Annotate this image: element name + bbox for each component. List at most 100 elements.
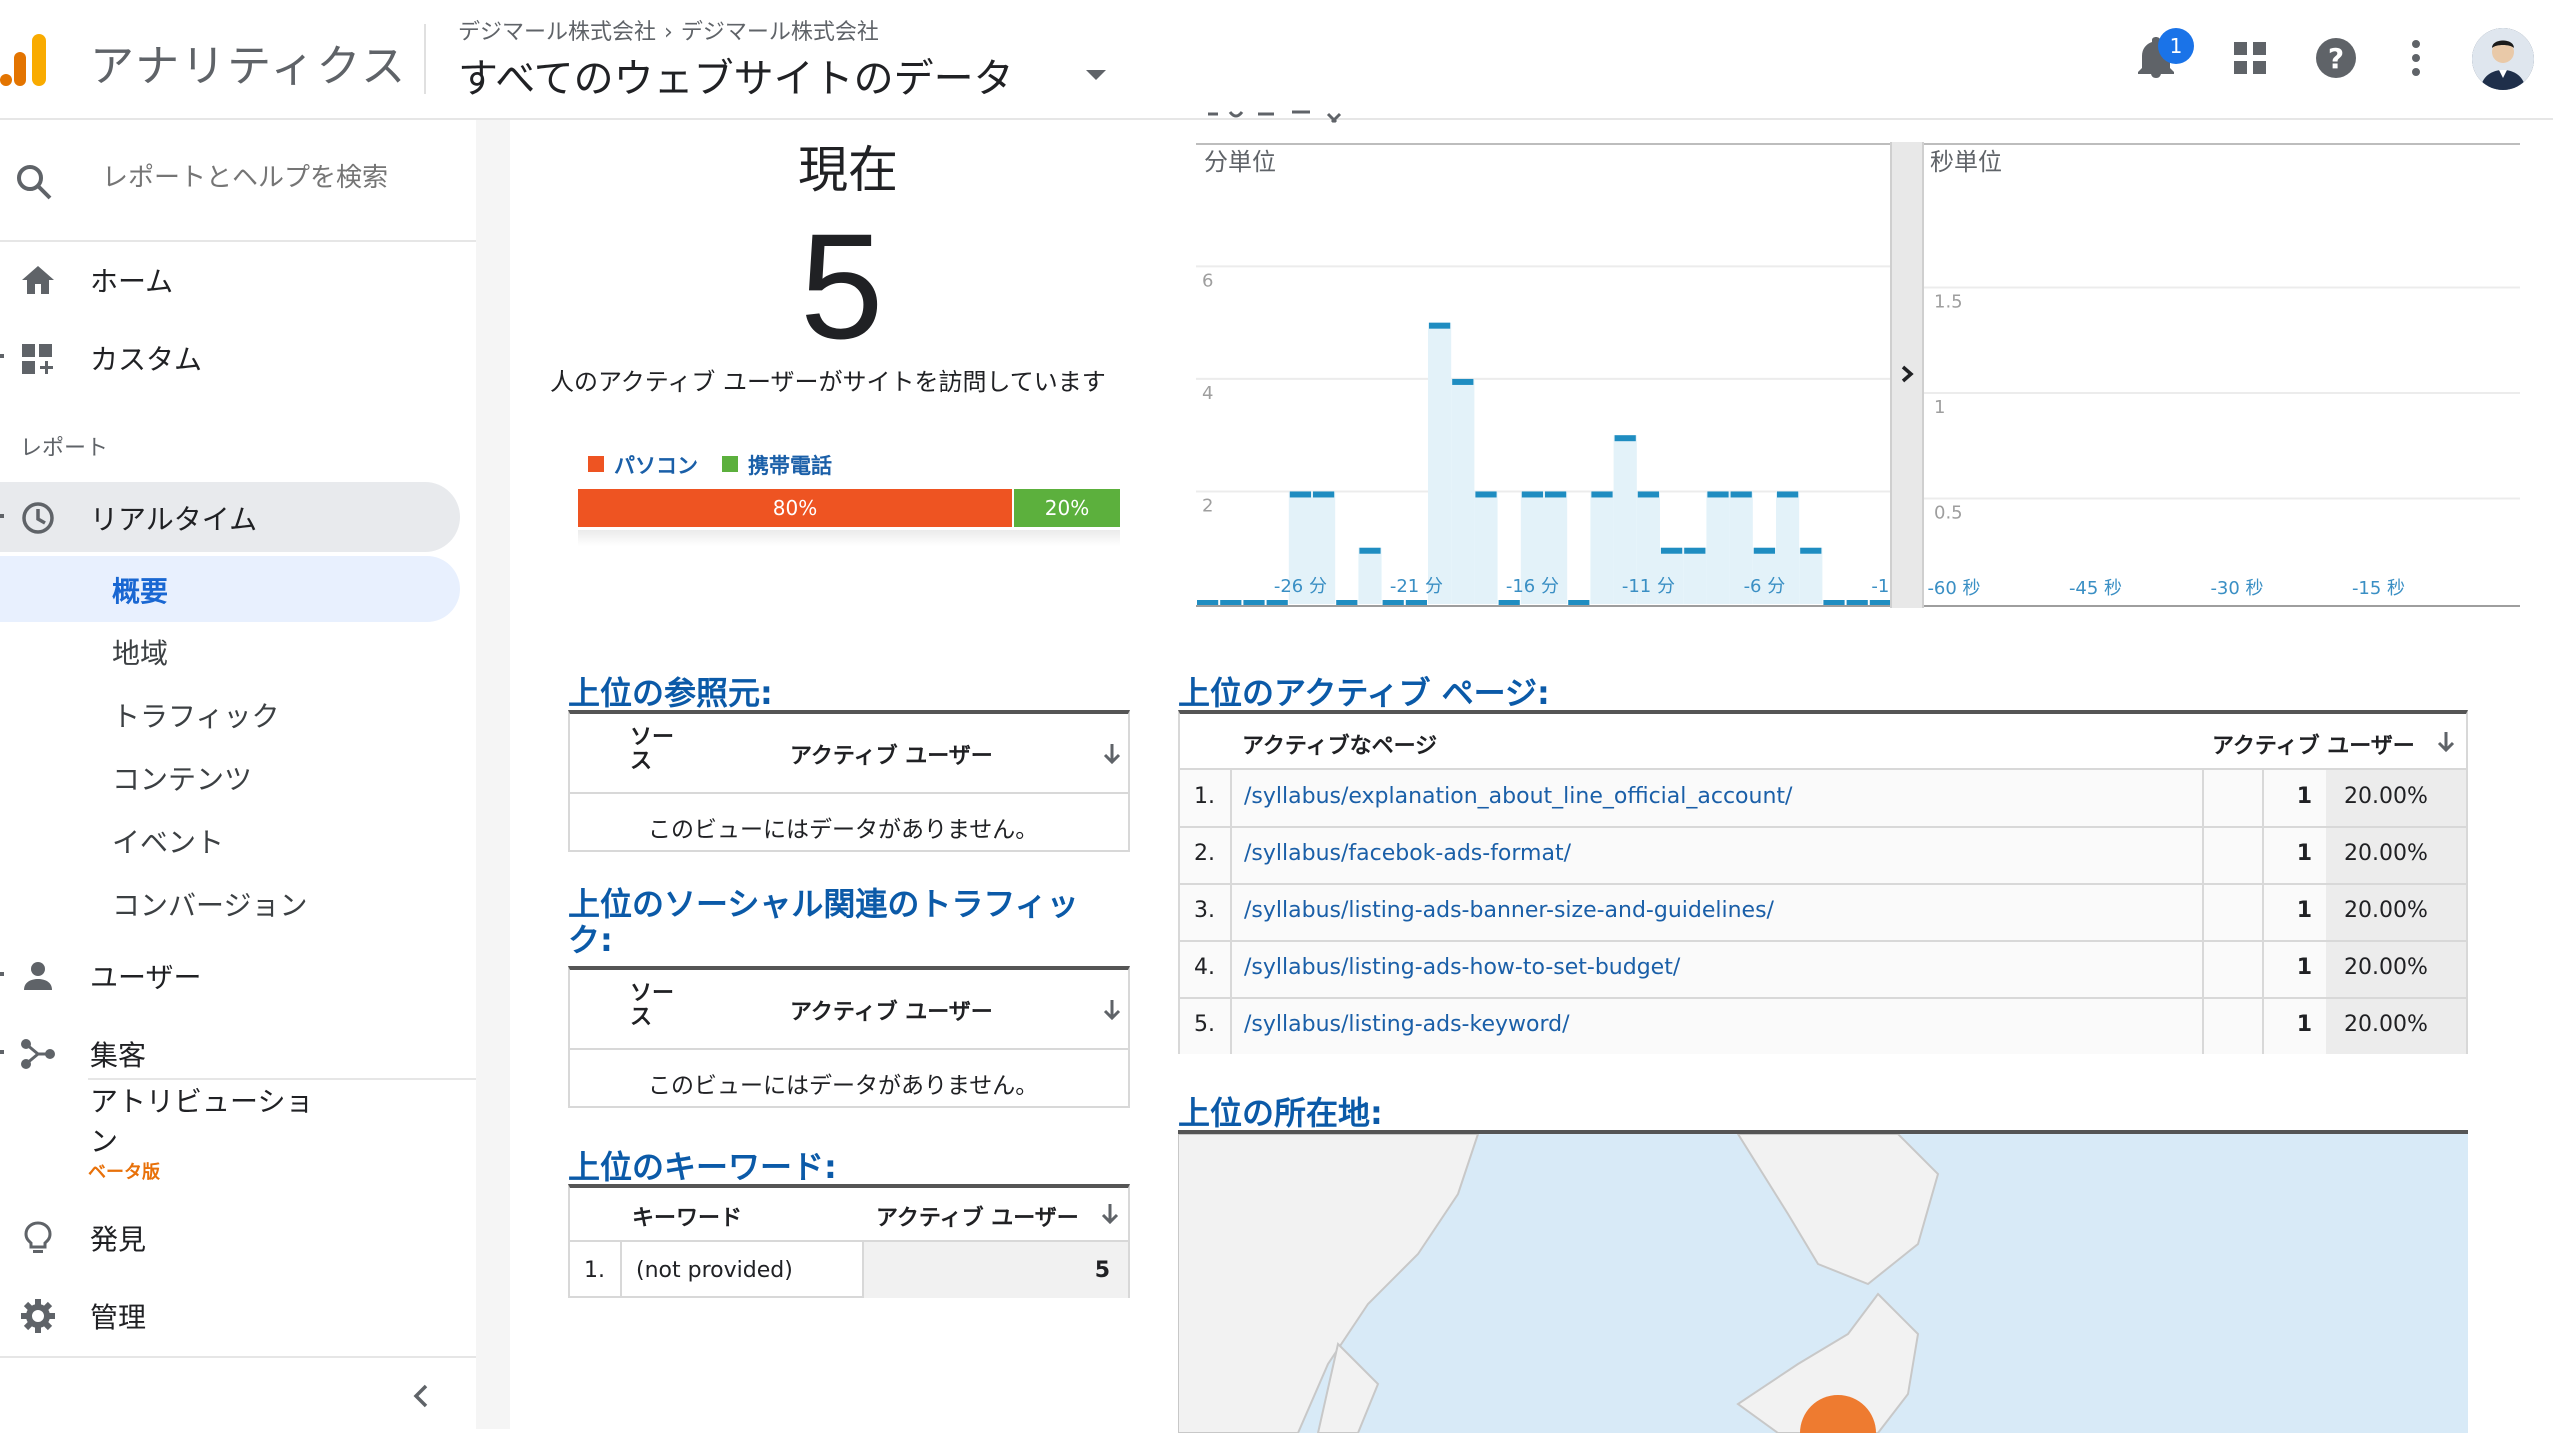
nav-home[interactable]: ホーム [0,244,460,314]
top-referrals-table: ソー ス アクティブ ユーザー このビューにはデータがありません。 [568,710,1130,852]
table-col-divider [620,1242,622,1298]
location-map[interactable] [1178,1130,2468,1433]
minute-chart-title: 分単位 [1204,148,1276,176]
x-tick-label: -45 秒 [2069,578,2122,599]
page-link[interactable]: /syllabus/listing-ads-how-to-set-budget/ [1244,955,1680,980]
nav-realtime-content[interactable]: コンテンツ [112,758,252,798]
col-active-users[interactable]: アクティブ ユーザー [790,994,993,1026]
help-icon[interactable]: ? [2308,30,2364,86]
nav-realtime-locations[interactable]: 地域 [112,632,168,672]
minute-bar[interactable] [1474,491,1498,604]
legend-desktop-swatch [588,456,604,472]
minute-bar[interactable] [1428,322,1452,604]
top-pages-table: アクティブなページ アクティブ ユーザー 1. /syllabus/explan… [1178,710,2468,1054]
minute-bar-cap [1545,491,1567,498]
nav-realtime-overview-highlight[interactable] [0,556,460,622]
minute-bar[interactable] [1358,547,1382,604]
view-selector[interactable]: すべてのウェブサイトのデータ [458,46,1014,104]
page-link[interactable]: /syllabus/listing-ads-keyword/ [1244,1012,1570,1037]
nav-bottom-divider [0,1356,476,1358]
person-icon [24,962,52,990]
page-link[interactable]: /syllabus/explanation_about_line_officia… [1244,784,1792,809]
sort-arrow-down-icon[interactable] [2436,730,2456,754]
search-input[interactable] [100,162,464,194]
top-keywords-table: キーワード アクティブ ユーザー 1. (not provided) 5 [568,1184,1130,1298]
account-avatar[interactable] [2472,28,2534,90]
notification-badge[interactable]: 1 [2158,28,2194,64]
header-divider [424,24,426,94]
x-tick-label: -6 分 [1744,576,1786,597]
nav-admin[interactable]: 管理 [0,1280,460,1350]
page-percent: 20.00% [2344,1012,2428,1037]
col-active-users[interactable]: アクティブ ユーザー [876,1200,1079,1232]
nav-discover-label: 発見 [90,1223,147,1256]
dashboard-icon [22,344,53,374]
breadcrumb-property[interactable]: デジマール株式会社 [681,20,879,45]
nav-audience-label: ユーザー [90,961,202,994]
top-locations-title: 上位の所在地: [1178,1094,1383,1132]
minute-bar[interactable] [1799,547,1823,604]
top-referrals-title: 上位の参照元: [568,674,773,712]
minute-bar-cap [1777,491,1799,498]
legend-desktop-label: パソコン [614,454,698,478]
minute-bar-cap [1753,547,1775,554]
col-active-users[interactable]: アクティブ ユーザー [790,738,993,770]
minute-bar-cap [1521,491,1543,498]
second-chart-title: 秒単位 [1930,148,2002,176]
svg-text:?: ? [2328,42,2344,75]
gear-icon [21,1299,55,1333]
keyword-users: 5 [1094,1258,1110,1283]
minute-bar-cap [1707,491,1729,498]
nav-realtime-events[interactable]: イベント [112,821,224,861]
nav-search[interactable] [0,122,476,242]
more-vert-icon[interactable] [2388,30,2444,86]
page-link[interactable]: /syllabus/listing-ads-banner-size-and-gu… [1244,898,1774,923]
search-icon[interactable] [14,162,54,202]
view-dropdown-caret-icon[interactable] [1086,70,1106,80]
minute-bar[interactable] [1451,378,1475,604]
col-active-users[interactable]: アクティブ ユーザー [2212,728,2415,760]
page-percent: 20.00% [2344,841,2428,866]
sort-arrow-down-icon[interactable] [1102,742,1122,766]
breadcrumb[interactable]: デジマール株式会社 › デジマール株式会社 [458,14,879,46]
col-active-page[interactable]: アクティブなページ [1242,728,1437,760]
chevron-right-icon[interactable] [1898,362,1916,386]
row-index: 1. [1194,784,1215,809]
nav-attribution[interactable]: アトリビューショ ン [90,1082,313,1162]
nav-realtime[interactable]: リアルタイム [0,482,460,552]
nav-custom[interactable]: カスタム [0,322,460,392]
page-percent: 20.00% [2344,898,2428,923]
sort-arrow-down-icon[interactable] [1102,998,1122,1022]
top-social-title-line1: 上位のソーシャル関連のトラフィッ [568,885,1079,923]
device-split-mobile: 20% [1014,489,1120,527]
col-source[interactable]: ソー ス [630,982,674,1030]
nav-realtime-overview[interactable]: 概要 [112,570,168,610]
minute-bar[interactable] [1683,547,1707,604]
col-keyword[interactable]: キーワード [632,1200,742,1232]
apps-icon[interactable] [2222,30,2278,86]
expand-bullet-icon [0,514,4,518]
page-link[interactable]: /syllabus/facebok-ads-format/ [1244,841,1571,866]
nav-discover[interactable]: 発見 [0,1202,460,1272]
analytics-logo-icon[interactable] [0,30,60,90]
x-tick-label: -11 分 [1622,576,1675,597]
breadcrumb-account[interactable]: デジマール株式会社 [458,20,656,45]
page-users: 1 [2296,784,2312,809]
minute-bar[interactable] [1590,491,1614,604]
no-data-message: このビューにはデータがありません。 [648,1073,1039,1099]
sort-arrow-down-icon[interactable] [1100,1202,1120,1226]
keyword-link[interactable]: (not provided) [636,1258,793,1283]
collapse-nav-icon[interactable] [408,1382,436,1410]
device-split-bar: 80% 20% [578,489,1120,527]
top-pages-title: 上位のアクティブ ページ: [1178,674,1550,712]
nav-audience[interactable]: ユーザー [0,940,460,1010]
minute-bar-cap [1637,491,1659,498]
lightbulb-icon [24,1221,52,1253]
nav-attribution-label-line2: ン [90,1125,119,1158]
minute-bar[interactable] [1706,491,1730,604]
minute-bar-cap [1289,491,1311,498]
expand-bullet-icon [0,972,4,976]
col-source[interactable]: ソー ス [630,726,674,774]
nav-realtime-conversions[interactable]: コンバージョン [112,884,307,924]
nav-realtime-traffic[interactable]: トラフィック [112,695,279,735]
